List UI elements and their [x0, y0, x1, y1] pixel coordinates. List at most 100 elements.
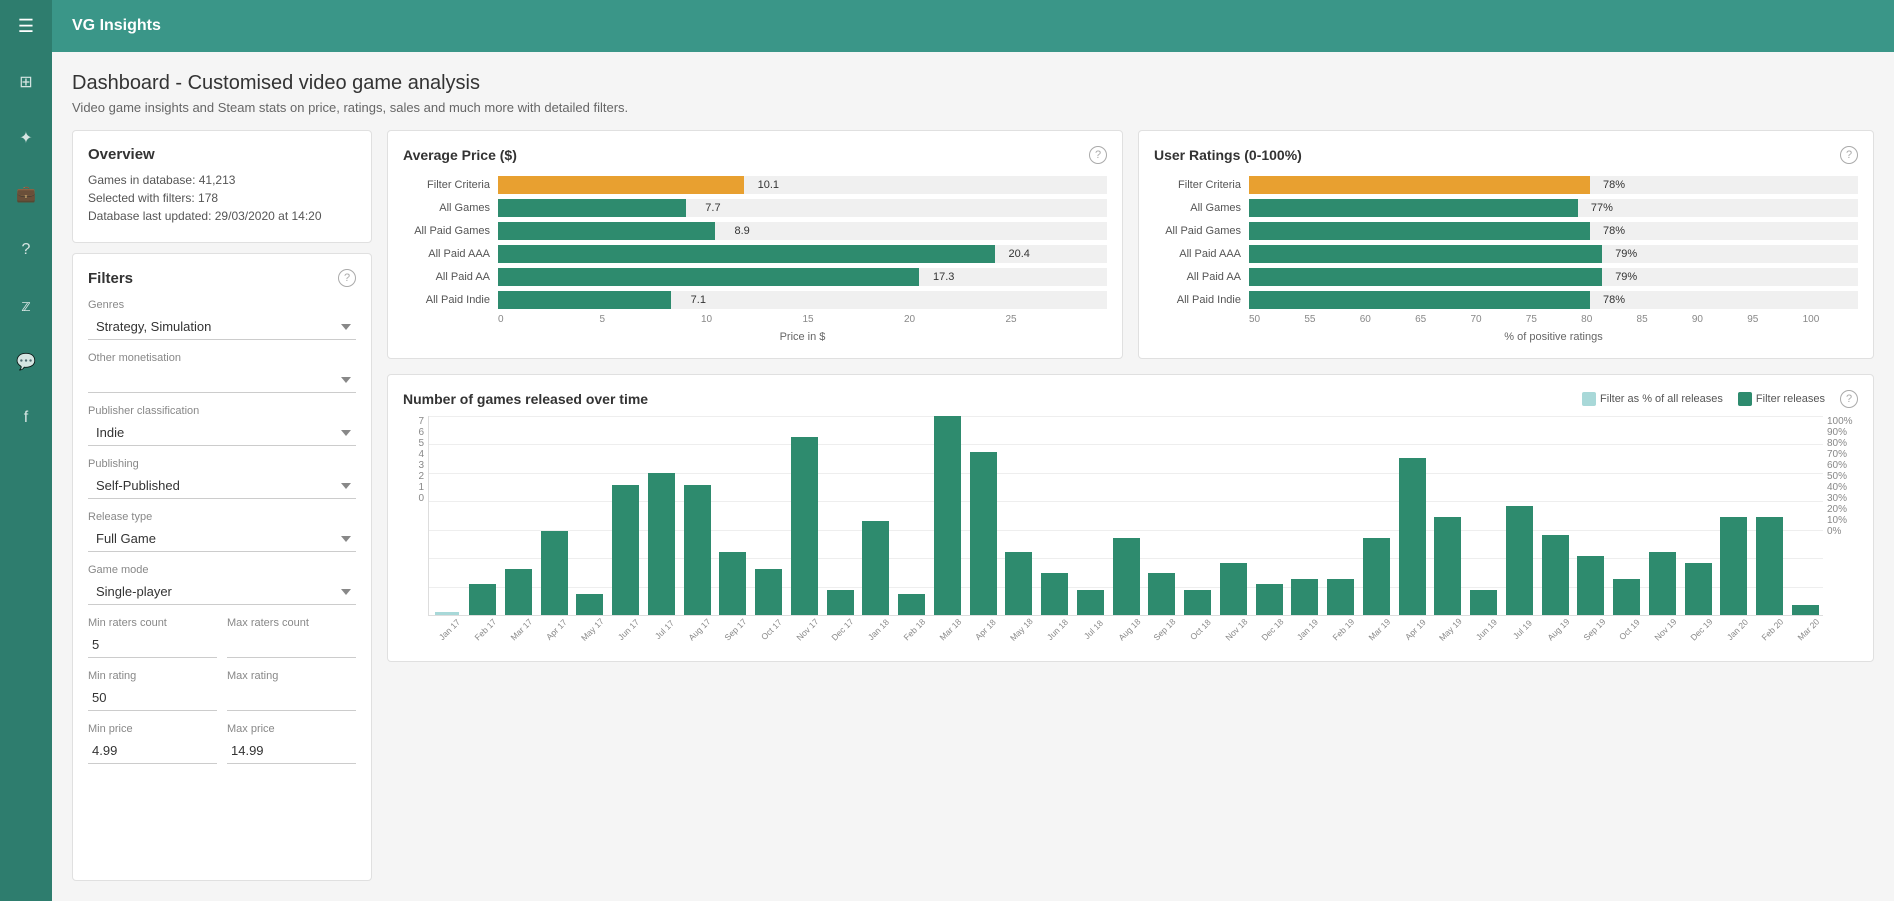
publishing-select[interactable]: Self-Published: [88, 473, 356, 499]
v-bar-group: [679, 416, 715, 615]
releases-help-icon[interactable]: ?: [1840, 390, 1858, 408]
axis-tick: 100: [1803, 314, 1858, 325]
releases-left-axis: 76543210: [403, 416, 428, 504]
x-axis-label: Oct 19: [1614, 616, 1653, 646]
h-bar-track: 77%: [1249, 199, 1858, 217]
h-bar-fill: 79%: [1249, 268, 1602, 286]
v-bar-group: [1180, 416, 1216, 615]
max-price-input[interactable]: [227, 738, 356, 764]
min-rating-group: Min rating: [88, 670, 217, 711]
v-bar-group: [1752, 416, 1788, 615]
v-bar: [719, 552, 746, 615]
h-bar-label: All Paid Indie: [403, 294, 498, 306]
release-type-select[interactable]: Full Game: [88, 526, 356, 552]
min-price-group: Min price: [88, 723, 217, 764]
sidebar-item-dashboard[interactable]: ⊞: [0, 56, 52, 108]
releases-right-axis: 100%90%80%70%60%50%40%30%20%10%0%: [1823, 416, 1858, 537]
avg-price-axis-label: Price in $: [498, 331, 1107, 343]
sidebar-toggle[interactable]: ☰: [0, 0, 52, 52]
filters-card: Filters ? Genres Strategy, Simulation Ot…: [72, 253, 372, 881]
axis-tick: 10: [701, 314, 803, 325]
axis-tick: 0: [498, 314, 600, 325]
max-raters-input[interactable]: [227, 632, 356, 658]
sidebar-item-discord[interactable]: 💬: [0, 336, 52, 388]
v-bar: [1041, 573, 1068, 615]
min-price-label: Min price: [88, 723, 217, 735]
x-axis-label: Aug 17: [684, 616, 723, 646]
right-axis-tick: 90%: [1827, 427, 1847, 438]
h-bar-value: 78%: [1603, 294, 1625, 306]
game-mode-select[interactable]: Single-player: [88, 579, 356, 605]
sidebar-item-portfolio[interactable]: 💼: [0, 168, 52, 220]
filters-heading: Filters: [88, 270, 133, 287]
max-rating-input[interactable]: [227, 685, 356, 711]
right-axis-tick: 20%: [1827, 504, 1847, 515]
min-raters-input[interactable]: [88, 632, 217, 658]
filter-publisher: Publisher classification Indie: [88, 405, 356, 446]
x-axis-label: Jan 20: [1721, 616, 1760, 646]
publisher-select[interactable]: Indie: [88, 420, 356, 446]
h-bar-track: 7.1: [498, 291, 1107, 309]
x-axis-label: Nov 19: [1649, 616, 1688, 646]
axis-tick: 50: [1249, 314, 1304, 325]
avg-price-help-icon[interactable]: ?: [1089, 146, 1107, 164]
monetisation-select[interactable]: [88, 367, 356, 393]
sidebar-item-help[interactable]: ?: [0, 224, 52, 276]
h-bar-fill: 78%: [1249, 176, 1590, 194]
max-raters-label: Max raters count: [227, 617, 356, 629]
v-bar-group: [1251, 416, 1287, 615]
x-axis-label: Sep 17: [719, 616, 758, 646]
v-bar: [898, 594, 925, 615]
sidebar-item-analytics[interactable]: ✦: [0, 112, 52, 164]
x-axis-label: Mar 20: [1792, 616, 1823, 646]
v-bar: [1792, 605, 1819, 615]
v-bar: [1005, 552, 1032, 615]
right-axis-tick: 50%: [1827, 471, 1847, 482]
min-rating-input[interactable]: [88, 685, 217, 711]
x-axis-label: May 18: [1005, 616, 1044, 646]
axis-tick: 70: [1470, 314, 1525, 325]
avg-price-axis: 0510152025: [498, 314, 1107, 325]
filters-panel: Overview Games in database: 41,213 Selec…: [72, 130, 372, 881]
v-bar-group: [1680, 416, 1716, 615]
x-axis-label: Sep 19: [1578, 616, 1617, 646]
v-bar-group: [608, 416, 644, 615]
h-bar-row: All Paid AA79%: [1154, 268, 1858, 286]
h-bar-row: All Games77%: [1154, 199, 1858, 217]
v-bar: [934, 416, 961, 615]
h-bar-track: 78%: [1249, 222, 1858, 240]
raters-count-row: Min raters count Max raters count: [88, 617, 356, 658]
stat-games-in-db: Games in database: 41,213: [88, 173, 356, 187]
x-axis-label: Aug 18: [1113, 616, 1152, 646]
filter-monetisation: Other monetisation: [88, 352, 356, 393]
v-bar-group: [751, 416, 787, 615]
h-bar-value: 8.9: [735, 225, 750, 237]
v-bar: [827, 590, 854, 615]
v-bar: [1506, 506, 1533, 615]
content-area: Dashboard - Customised video game analys…: [52, 52, 1894, 901]
v-bar-group: [930, 416, 966, 615]
axis-tick: 15: [803, 314, 905, 325]
sidebar-item-facebook[interactable]: f: [0, 392, 52, 444]
h-bar-value: 79%: [1615, 248, 1637, 260]
v-bar: [1113, 538, 1140, 616]
v-bar: [1327, 579, 1354, 615]
min-price-input[interactable]: [88, 738, 217, 764]
monetisation-label: Other monetisation: [88, 352, 356, 364]
user-ratings-help-icon[interactable]: ?: [1840, 146, 1858, 164]
h-bar-row: Filter Criteria78%: [1154, 176, 1858, 194]
sidebar-item-twitter[interactable]: 𝕫: [0, 280, 52, 332]
genres-select[interactable]: Strategy, Simulation: [88, 314, 356, 340]
x-axis-label: May 17: [576, 616, 615, 646]
v-bar-group: [572, 416, 608, 615]
v-bar-group: [1502, 416, 1538, 615]
h-bar-track: 79%: [1249, 268, 1858, 286]
h-bar-fill: 20.4: [498, 245, 995, 263]
filters-help-icon[interactable]: ?: [338, 269, 356, 287]
x-axis-label: Dec 18: [1256, 616, 1295, 646]
h-bar-value: 78%: [1603, 225, 1625, 237]
x-axis-label: Feb 18: [898, 616, 937, 646]
releases-bars-container: [429, 416, 1823, 615]
v-bar: [1470, 590, 1497, 615]
h-bar-value: 77%: [1591, 202, 1613, 214]
